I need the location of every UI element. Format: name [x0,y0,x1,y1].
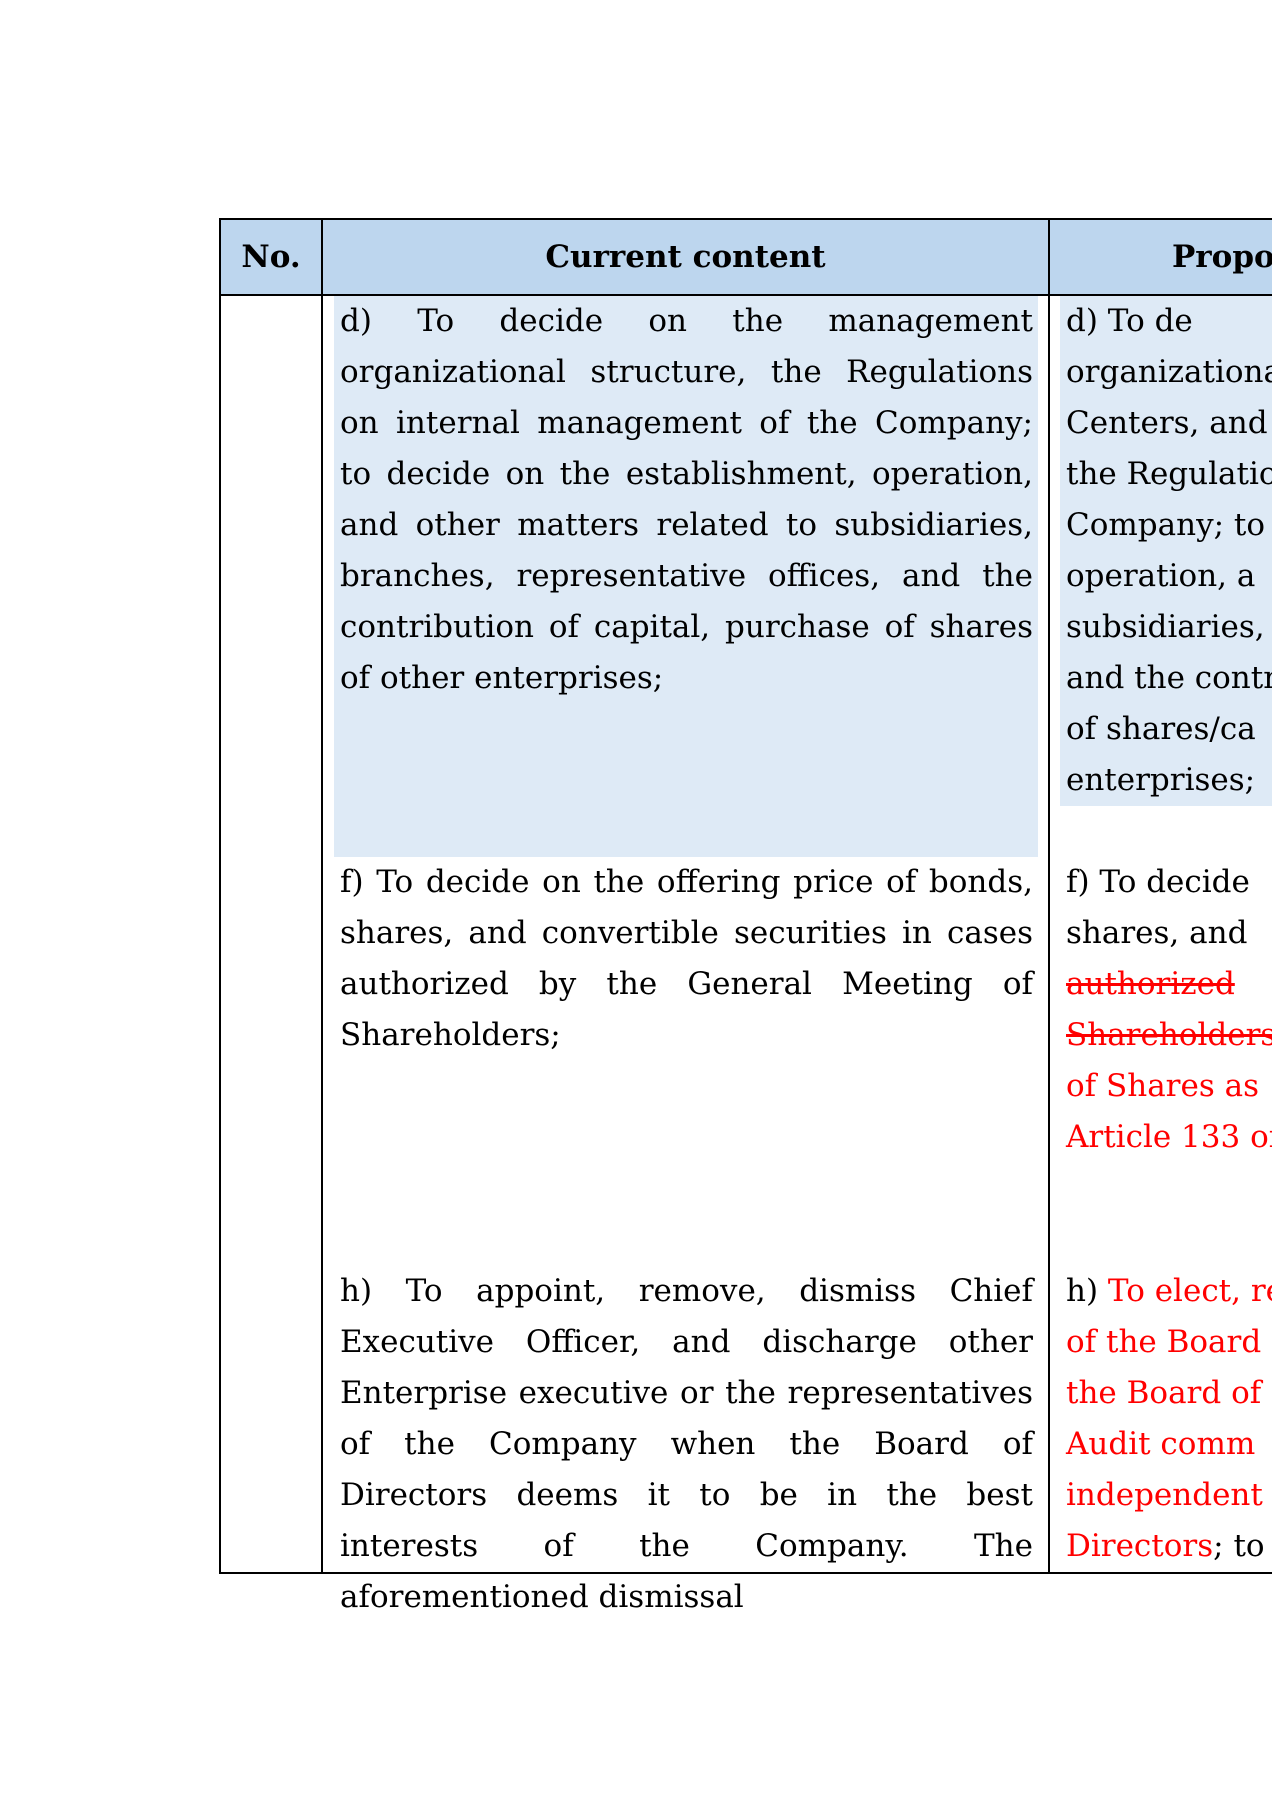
proposed-h-line-1: h) To elect, re [1066,1266,1272,1317]
proposed-paragraph-d: d) To de organizationa Centers, and the … [1066,296,1272,806]
table-column-divider [1048,218,1050,1574]
proposed-h-added-text: Directors [1066,1528,1214,1564]
proposed-d-line: of shares/ca [1066,711,1256,747]
table-column-divider [321,218,323,1574]
proposed-d-line: subsidiaries, [1066,609,1265,645]
proposed-d-line: d) To de [1066,303,1193,339]
proposed-h-added-text: To elect, re [1107,1273,1272,1309]
header-proposed-content: Propo [1172,239,1272,275]
proposed-h-added-line: Audit comm [1066,1426,1256,1462]
proposed-h-prefix: h) [1066,1273,1108,1309]
proposed-f-added-line: of Shares as [1066,1068,1259,1104]
proposed-d-line: organizationa [1066,354,1272,390]
proposed-paragraph-f: f) To decide shares, and authorized Shar… [1066,857,1272,1163]
proposed-d-line: Company; to [1066,507,1266,543]
proposed-h-added-line: independent [1066,1477,1263,1513]
table-border-top [219,218,1272,220]
current-paragraph-f: f) To decide on the offering price of bo… [340,864,1033,1053]
table-border-bottom [219,1572,1272,1574]
table-border-left [219,218,221,1574]
proposed-h-line-6: Directors; to [1066,1521,1272,1572]
proposed-h-tail: ; to [1213,1528,1265,1564]
proposed-d-line: Centers, and [1066,405,1268,441]
header-current-content: Current content [545,239,826,275]
document-page: No. Current content Propo d) To decide o… [0,0,1272,1800]
proposed-paragraph-h: h) To elect, re of the Board c the Board… [1066,1266,1272,1572]
proposed-column: d) To de organizationa Centers, and the … [1050,296,1272,1572]
proposed-d-line: operation, a [1066,558,1256,594]
proposed-f-added-line: Article 133 of [1066,1119,1272,1155]
proposed-h-added-line: the Board of [1066,1375,1262,1411]
proposed-d-line: enterprises; [1066,762,1256,798]
proposed-d-line: and the contr [1066,660,1272,696]
proposed-f-deleted-line: Shareholders [1066,1017,1272,1053]
proposed-f-deleted-line: authorized [1066,966,1235,1002]
current-paragraph-d: d) To decide on the management organizat… [340,303,1033,696]
table-header-divider [219,294,1272,296]
proposed-d-line: the Regulatio [1066,456,1272,492]
header-no: No. [241,239,301,275]
proposed-h-added-line: of the Board c [1066,1324,1272,1360]
proposed-f-line: f) To decide [1066,864,1250,900]
proposed-f-line: shares, and [1066,915,1248,951]
current-paragraph-h: h) To appoint, remove, dismiss Chief Exe… [340,1273,1033,1615]
